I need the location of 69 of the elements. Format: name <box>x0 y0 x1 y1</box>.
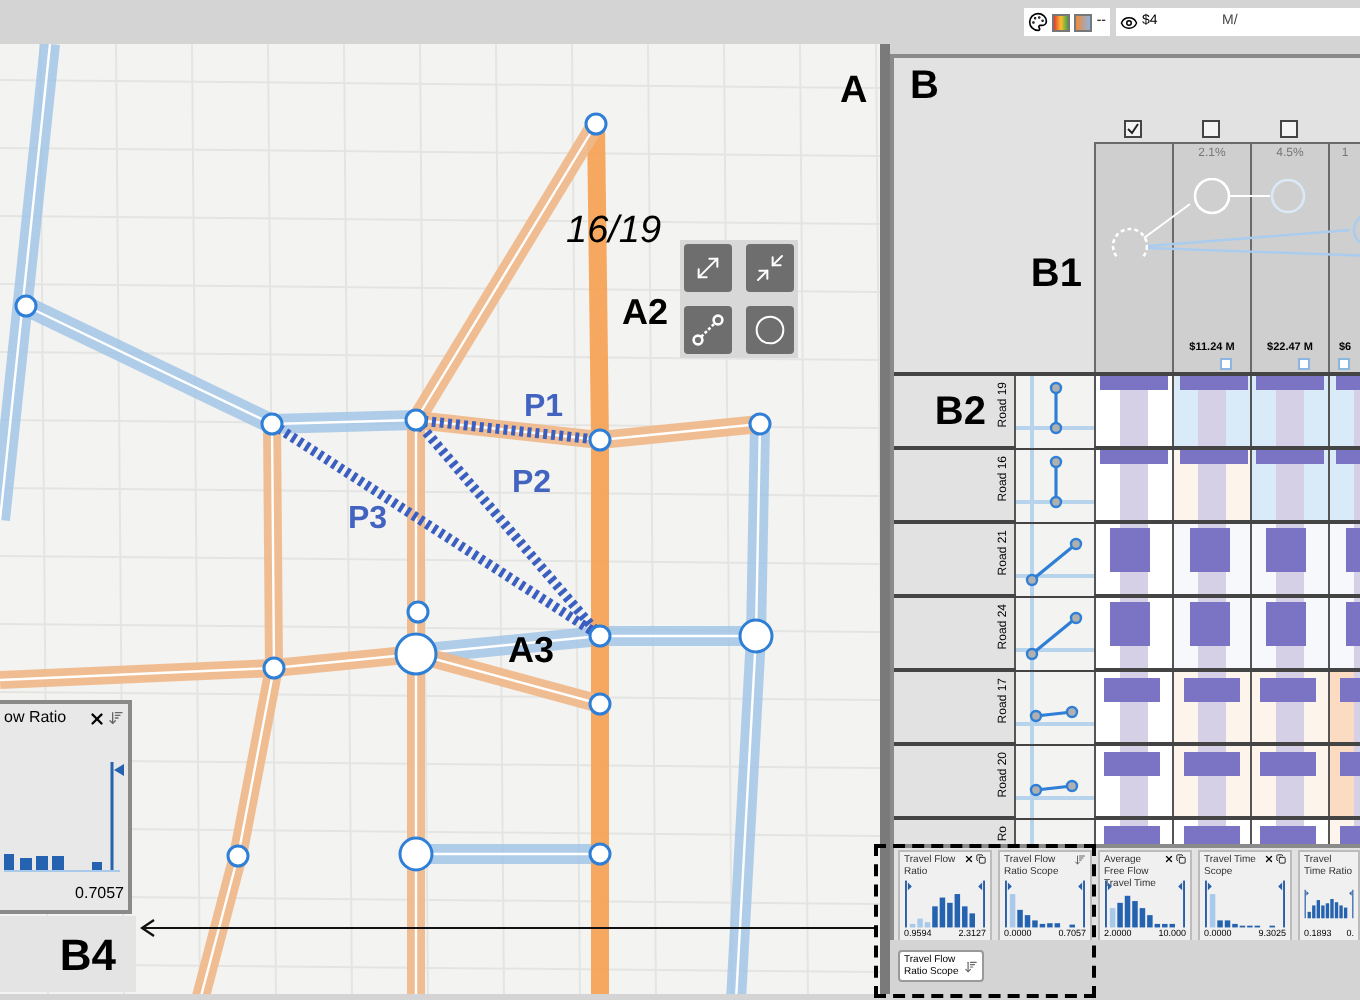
panel-label: B <box>910 62 939 112</box>
circle-icon <box>754 314 786 346</box>
range-max: 0.7057 <box>73 882 124 906</box>
flow-bar <box>1256 450 1324 464</box>
flow-bar <box>1266 528 1306 572</box>
histogram-drawing <box>4 758 124 878</box>
flow-bar <box>1190 602 1230 646</box>
focus-label: A3 <box>508 628 555 674</box>
flow-bar <box>1180 450 1248 464</box>
road-thumbnail-drawing <box>1016 376 1094 448</box>
flow-bar <box>1104 678 1160 702</box>
popup-title: ow Ratio <box>4 706 67 730</box>
flow-bar <box>1184 678 1240 702</box>
eye-icon[interactable] <box>1120 13 1138 31</box>
flow-bar <box>1256 376 1324 390</box>
flow-bar <box>1190 528 1230 572</box>
rows-label: B2 <box>934 387 986 437</box>
flow-bar <box>1104 826 1160 844</box>
column-checkbox[interactable] <box>1280 119 1298 137</box>
map-tool-button[interactable] <box>746 306 794 354</box>
flow-bar <box>1110 528 1150 572</box>
flow-bar <box>1260 752 1316 776</box>
header-label: B1 <box>1030 249 1082 299</box>
shrink-arrows-icon <box>754 252 786 284</box>
close-icon[interactable] <box>1164 854 1174 864</box>
flow-bar <box>1100 376 1168 390</box>
map-tool-button[interactable] <box>684 306 732 354</box>
path-label: P1 <box>524 388 564 428</box>
close-icon[interactable] <box>964 854 974 864</box>
path-label: P2 <box>512 464 552 504</box>
sort-icon[interactable] <box>964 959 978 973</box>
flow-bar <box>1260 678 1316 702</box>
tools-label: A2 <box>622 290 669 336</box>
gradient-swatch-icon[interactable] <box>1052 13 1071 31</box>
check-icon <box>1126 121 1140 135</box>
copy-icon[interactable] <box>1176 854 1186 864</box>
copy-icon[interactable] <box>1276 854 1286 864</box>
linked-nodes-icon <box>692 314 724 346</box>
close-icon[interactable] <box>1264 854 1274 864</box>
map-tool-button[interactable] <box>684 244 732 292</box>
sort-icon[interactable] <box>1074 854 1086 866</box>
histogram-drawing <box>1104 880 1186 928</box>
sort-icon[interactable] <box>108 710 124 726</box>
path-label: P3 <box>348 500 388 540</box>
column-checkbox[interactable] <box>1124 119 1142 137</box>
close-icon[interactable] <box>88 709 106 727</box>
flow-bar <box>1260 826 1316 844</box>
map-tool-button[interactable] <box>746 244 794 292</box>
road-thumbnail-drawing <box>1016 524 1094 596</box>
palette-icon[interactable] <box>1028 12 1049 32</box>
flow-bar <box>1100 450 1168 464</box>
gradient-swatch-icon[interactable] <box>1074 13 1093 31</box>
diagonal-arrow-icon <box>692 252 724 284</box>
road-thumbnail-drawing <box>1016 672 1094 744</box>
flow-bar <box>1110 602 1150 646</box>
flow-bar <box>1184 752 1240 776</box>
flow-bar <box>1184 826 1240 844</box>
copy-icon[interactable] <box>976 854 986 864</box>
road-thumbnail-drawing <box>1016 450 1094 522</box>
panel-label: A <box>840 68 868 116</box>
flow-bar <box>1266 602 1306 646</box>
histogram-drawing <box>1204 880 1286 928</box>
callout-label: B4 <box>59 927 116 983</box>
road-thumbnail-drawing <box>1016 598 1094 670</box>
flow-bar <box>1104 752 1160 776</box>
column-checkbox[interactable] <box>1202 119 1220 137</box>
histogram-drawing <box>904 880 986 928</box>
flow-bar <box>1180 376 1248 390</box>
histogram-drawing <box>1004 880 1086 928</box>
